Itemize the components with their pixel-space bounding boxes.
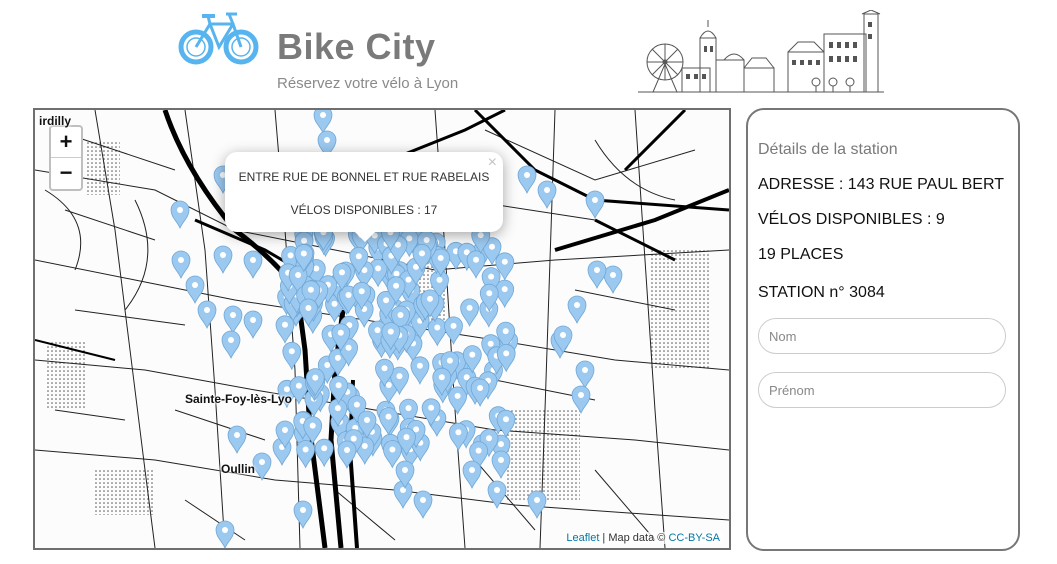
map[interactable]: + − irdilly Sainte-Foy-lès-Lyo Oullin × … bbox=[33, 108, 731, 550]
station-marker-icon[interactable] bbox=[448, 422, 468, 451]
place-label-sainte-foy: Sainte-Foy-lès-Lyo bbox=[185, 392, 292, 406]
place-label-top: irdilly bbox=[39, 114, 72, 128]
site-title: Bike City bbox=[277, 26, 436, 67]
site-subtitle: Réservez votre vélo à Lyon bbox=[277, 75, 459, 92]
station-marker-icon[interactable] bbox=[221, 330, 241, 359]
station-marker-icon[interactable] bbox=[243, 310, 263, 339]
station-marker-icon[interactable] bbox=[410, 356, 430, 385]
station-marker-icon[interactable] bbox=[213, 245, 233, 274]
station-marker-icon[interactable] bbox=[427, 318, 447, 346]
station-bikes-available: VÉLOS DISPONIBLES : 9 bbox=[758, 211, 945, 228]
station-marker-icon[interactable] bbox=[517, 165, 537, 194]
name-input[interactable] bbox=[758, 318, 1006, 354]
station-marker-icon[interactable] bbox=[527, 490, 547, 519]
station-marker-icon[interactable] bbox=[571, 385, 591, 414]
details-title: Détails de la station bbox=[758, 141, 898, 158]
station-marker-icon[interactable] bbox=[197, 300, 217, 329]
station-marker-icon[interactable] bbox=[293, 500, 313, 529]
zoom-control: + − bbox=[49, 125, 83, 191]
place-label-oullins: Oullin bbox=[221, 462, 255, 476]
station-marker-icon[interactable] bbox=[227, 425, 247, 454]
station-marker-icon[interactable] bbox=[223, 305, 243, 334]
bicycle-logo-icon bbox=[178, 12, 259, 65]
station-marker-icon[interactable] bbox=[170, 200, 190, 229]
station-marker-icon[interactable] bbox=[537, 180, 557, 209]
popup-tip bbox=[355, 232, 375, 242]
station-marker-icon[interactable] bbox=[337, 440, 357, 469]
site-header: Bike City Réservez votre vélo à Lyon bbox=[0, 0, 1057, 105]
station-marker-icon[interactable] bbox=[243, 250, 263, 279]
station-address: ADRESSE : 143 RUE PAUL BERT bbox=[758, 176, 1005, 193]
station-details-panel: Détails de la station ADRESSE : 143 RUE … bbox=[746, 108, 1020, 551]
station-number: STATION n° 3084 bbox=[758, 284, 885, 301]
station-marker-icon[interactable] bbox=[603, 265, 623, 294]
station-marker-icon[interactable] bbox=[567, 295, 587, 324]
station-marker-icon[interactable] bbox=[282, 341, 302, 370]
station-marker-icon[interactable] bbox=[275, 315, 295, 344]
station-marker-icon[interactable] bbox=[462, 460, 482, 489]
attribution-text: | Map data © bbox=[599, 532, 669, 544]
station-places: 19 PLACES bbox=[758, 246, 844, 263]
license-link[interactable]: CC-BY-SA bbox=[668, 532, 720, 544]
leaflet-link[interactable]: Leaflet bbox=[566, 532, 599, 544]
station-marker-icon[interactable] bbox=[185, 275, 205, 304]
firstname-input[interactable] bbox=[758, 372, 1006, 408]
station-marker-icon[interactable] bbox=[252, 452, 272, 481]
station-marker-icon[interactable] bbox=[171, 250, 191, 279]
station-marker-icon[interactable] bbox=[313, 110, 333, 134]
station-marker-icon[interactable] bbox=[314, 438, 334, 467]
station-marker-icon[interactable] bbox=[379, 407, 398, 436]
station-popup: × ENTRE RUE DE BONNEL ET RUE RABELAIS VÉ… bbox=[225, 152, 503, 242]
city-illustration-icon bbox=[638, 10, 884, 93]
zoom-in-button[interactable]: + bbox=[51, 127, 81, 158]
popup-bikes-available: VÉLOS DISPONIBLES : 17 bbox=[290, 203, 438, 217]
zoom-out-button[interactable]: − bbox=[51, 158, 81, 188]
station-marker-icon[interactable] bbox=[215, 520, 235, 548]
station-marker-icon[interactable] bbox=[460, 298, 480, 327]
popup-station-name: ENTRE RUE DE BONNEL ET RUE RABELAIS bbox=[238, 170, 490, 184]
station-marker-icon[interactable] bbox=[413, 490, 433, 519]
station-marker-icon[interactable] bbox=[444, 316, 463, 345]
station-marker-icon[interactable] bbox=[587, 260, 607, 289]
station-marker-icon[interactable] bbox=[585, 190, 605, 219]
map-attribution: Leaflet | Map data © CC-BY-SA bbox=[563, 532, 723, 544]
station-marker-icon[interactable] bbox=[575, 360, 595, 389]
